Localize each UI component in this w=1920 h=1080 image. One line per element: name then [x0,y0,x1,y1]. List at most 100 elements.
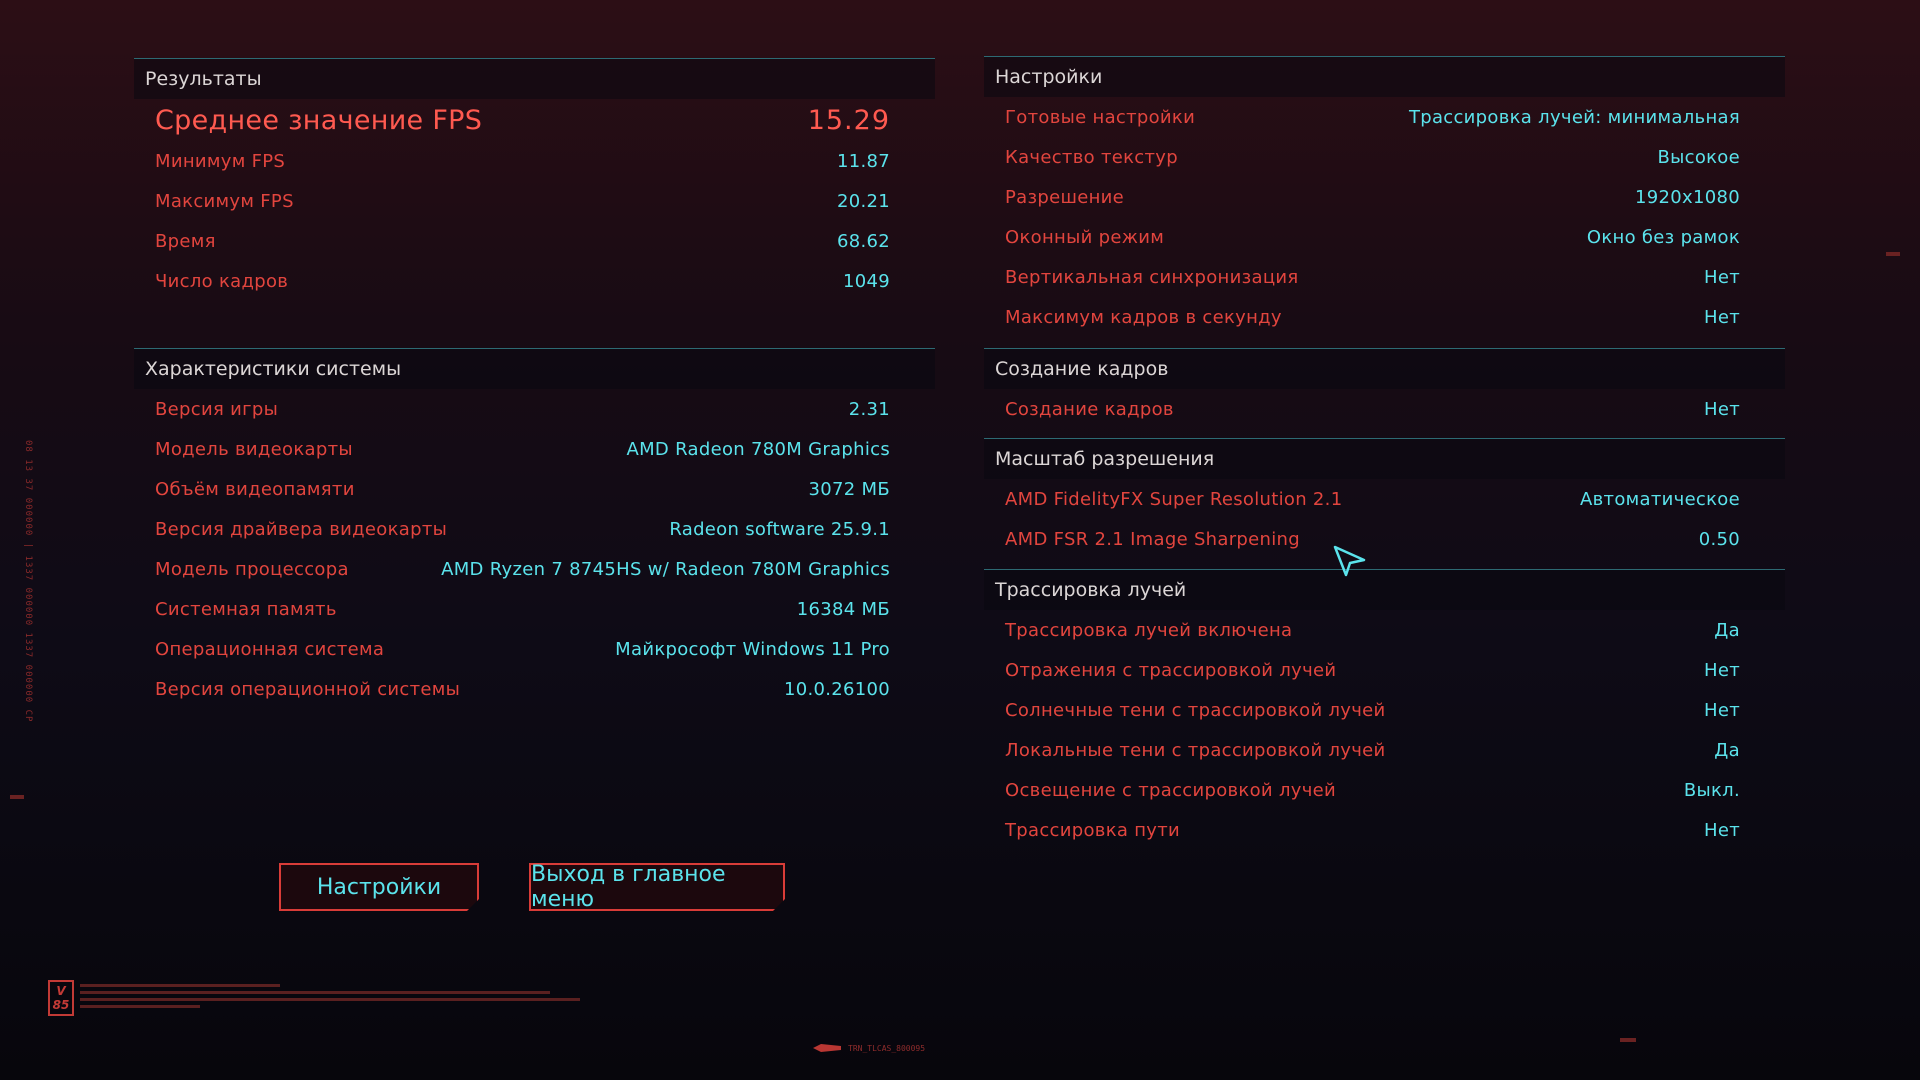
row-label: Вертикальная синхронизация [1005,266,1299,288]
row-value: 11.87 [836,150,890,172]
row-value: Майкрософт Windows 11 Pro [615,638,890,660]
row-label: Освещение с трассировкой лучей [1005,779,1337,801]
row-value: Да [1714,619,1740,641]
row-value: Нет [1704,699,1740,721]
row-value: Нет [1704,659,1740,681]
system-panel: Характеристики системы Версия игры 2.31 … [134,348,935,709]
settings-row: Оконный режим Окно без рамок [984,217,1785,257]
row-label: Время [155,230,216,252]
row-value: 0.50 [1698,528,1740,550]
resolution-scale-panel: Масштаб разрешения AMD FidelityFX Super … [984,438,1785,559]
ray-tracing-header: Трассировка лучей [984,569,1785,610]
row-label: Отражения с трассировкой лучей [1005,659,1337,681]
row-value: Нет [1704,819,1740,841]
avg-fps-row: Среднее значение FPS 15.29 [134,99,935,141]
row-value: 10.0.26100 [783,678,890,700]
ray-tracing-row: Трассировка лучей включена Да [984,610,1785,650]
row-label: Операционная система [155,638,385,660]
cursor-icon [1333,545,1366,577]
settings-row: Разрешение 1920x1080 [984,177,1785,217]
row-label: Качество текстур [1005,146,1178,168]
row-label: AMD FidelityFX Super Resolution 2.1 [1005,488,1343,510]
row-label: AMD FSR 2.1 Image Sharpening [1005,528,1300,550]
row-value: AMD Ryzen 7 8745HS w/ Radeon 780M Graphi… [441,558,890,580]
row-label: Солнечные тени с трассировкой лучей [1005,699,1386,721]
settings-row: Качество текстур Высокое [984,137,1785,177]
resolution-scale-header: Масштаб разрешения [984,438,1785,479]
avg-fps-value: 15.29 [807,104,890,136]
system-row: Версия драйвера видеокарты Radeon softwa… [134,509,935,549]
row-value: Radeon software 25.9.1 [669,518,890,540]
row-label: Объём видеопамяти [155,478,355,500]
row-label: Число кадров [155,270,289,292]
system-row: Объём видеопамяти 3072 МБ [134,469,935,509]
row-label: Версия драйвера видеокарты [155,518,448,540]
system-row: Модель процессора AMD Ryzen 7 8745HS w/ … [134,549,935,589]
arrow-marker-icon [813,1044,841,1052]
result-row-frames: Число кадров 1049 [134,261,935,301]
row-value: AMD Radeon 780M Graphics [626,438,890,460]
row-label: Оконный режим [1005,226,1165,248]
row-label: Максимум FPS [155,190,294,212]
row-value: 1049 [842,270,890,292]
resolution-scale-row: AMD FSR 2.1 Image Sharpening 0.50 [984,519,1785,559]
settings-row: Готовые настройки Трассировка лучей: мин… [984,97,1785,137]
row-value: 16384 МБ [796,598,890,620]
row-label: Версия игры [155,398,279,420]
settings-header: Настройки [984,56,1785,97]
result-row-time: Время 68.62 [134,221,935,261]
row-label: Минимум FPS [155,150,286,172]
frame-generation-header: Создание кадров [984,348,1785,389]
system-row: Модель видеокарты AMD Radeon 780M Graphi… [134,429,935,469]
row-value: 1920x1080 [1635,186,1740,208]
ray-tracing-row: Солнечные тени с трассировкой лучей Нет [984,690,1785,730]
row-value: Автоматическое [1580,488,1740,510]
row-value: Выкл. [1683,779,1740,801]
row-value: Высокое [1657,146,1740,168]
ray-tracing-panel: Трассировка лучей Трассировка лучей вклю… [984,569,1785,850]
row-label: Трассировка лучей включена [1005,619,1293,641]
v85-logo: V 85 [48,980,74,1016]
result-row-max-fps: Максимум FPS 20.21 [134,181,935,221]
row-value: Да [1714,739,1740,761]
row-value: Нет [1704,398,1740,420]
frame-generation-row: Создание кадров Нет [984,389,1785,429]
ray-tracing-row: Трассировка пути Нет [984,810,1785,850]
row-value: Окно без рамок [1586,226,1740,248]
results-header: Результаты [134,58,935,99]
ray-tracing-row: Освещение с трассировкой лучей Выкл. [984,770,1785,810]
resolution-scale-row: AMD FidelityFX Super Resolution 2.1 Авто… [984,479,1785,519]
exit-to-main-menu-button[interactable]: Выход в главное меню [529,863,785,911]
system-header: Характеристики системы [134,348,935,389]
row-value: Трассировка лучей: минимальная [1408,106,1740,128]
legal-fine-print [80,984,600,1008]
row-value: 68.62 [836,230,890,252]
system-row: Версия игры 2.31 [134,389,935,429]
system-row: Версия операционной системы 10.0.26100 [134,669,935,709]
row-label: Готовые настройки [1005,106,1196,128]
row-value: 20.21 [836,190,890,212]
row-label: Создание кадров [1005,398,1174,420]
avg-fps-label: Среднее значение FPS [155,104,483,136]
row-value: 3072 МБ [808,478,890,500]
system-row: Системная память 16384 МБ [134,589,935,629]
results-panel: Результаты Среднее значение FPS 15.29 Ми… [134,58,935,301]
row-label: Трассировка пути [1005,819,1181,841]
row-label: Версия операционной системы [155,678,461,700]
settings-button[interactable]: Настройки [279,863,479,911]
row-value: 2.31 [848,398,890,420]
system-row: Операционная система Майкрософт Windows … [134,629,935,669]
ray-tracing-row: Отражения с трассировкой лучей Нет [984,650,1785,690]
row-label: Максимум кадров в секунду [1005,306,1282,328]
bottom-code-text: TRN_TLCAS_800095 [848,1044,926,1053]
ray-tracing-row: Локальные тени с трассировкой лучей Да [984,730,1785,770]
frame-generation-panel: Создание кадров Создание кадров Нет [984,348,1785,429]
result-row-min-fps: Минимум FPS 11.87 [134,141,935,181]
side-serial-text: 08 13 37 000000 | 1337 000000 1337 00000… [23,440,33,723]
row-label: Разрешение [1005,186,1125,208]
settings-row: Вертикальная синхронизация Нет [984,257,1785,297]
row-label: Модель процессора [155,558,349,580]
row-label: Модель видеокарты [155,438,353,460]
row-value: Нет [1704,266,1740,288]
settings-panel: Настройки Готовые настройки Трассировка … [984,56,1785,337]
